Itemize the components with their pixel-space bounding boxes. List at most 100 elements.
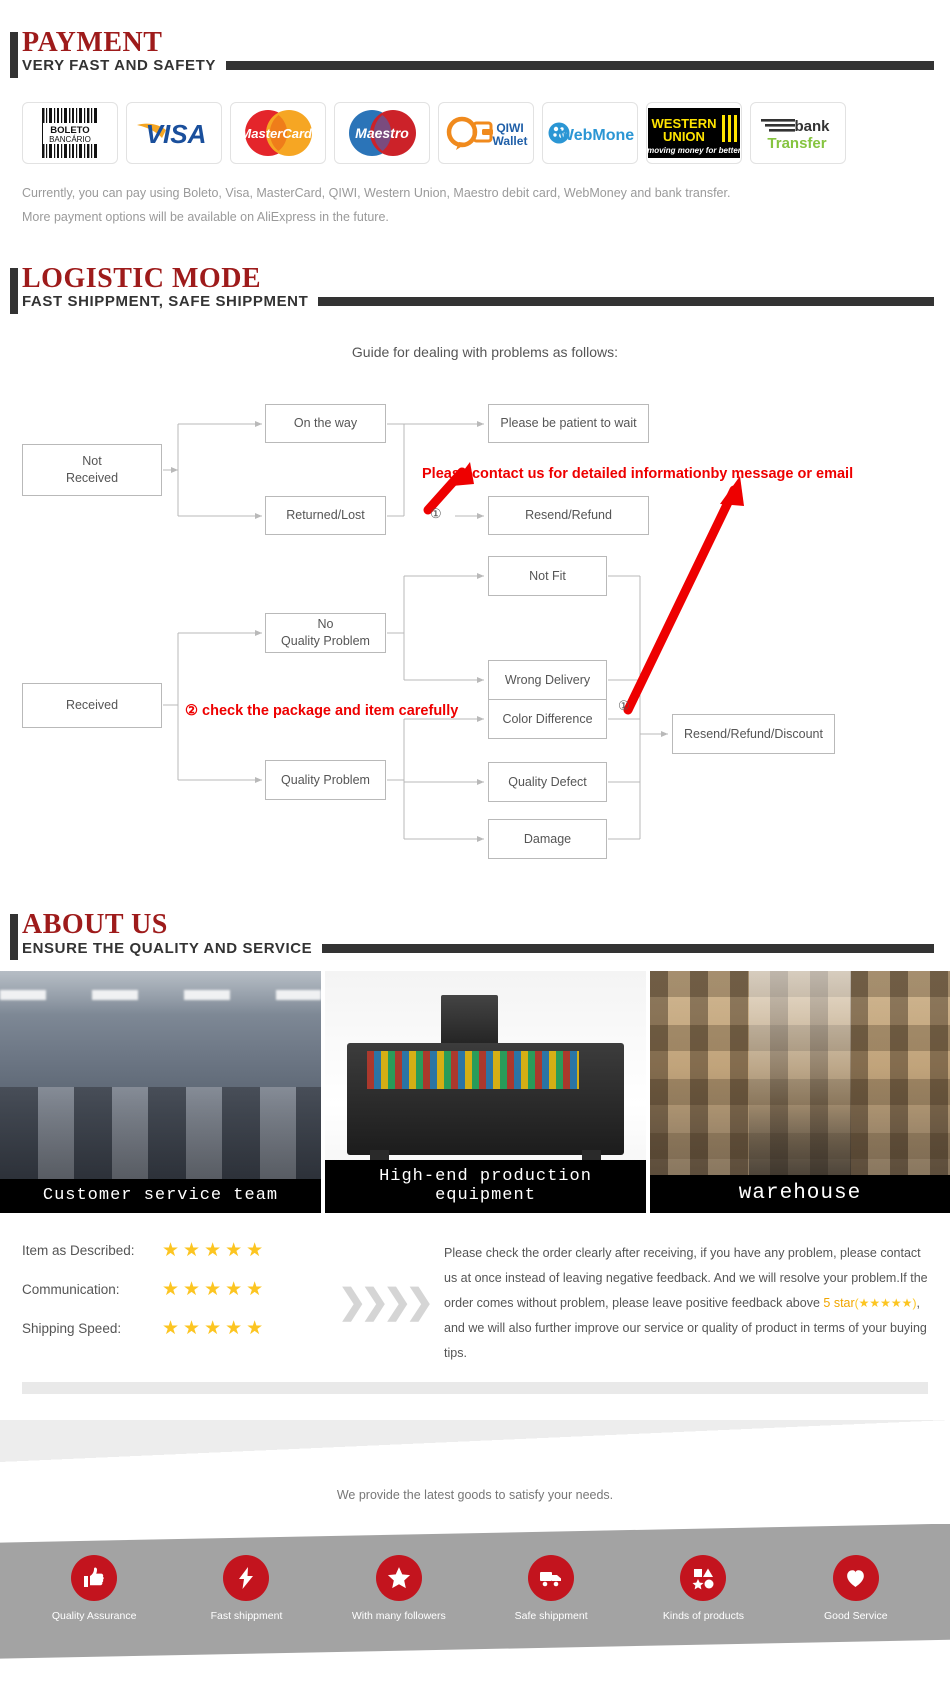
chevrons-icon: ❯❯❯❯	[338, 1283, 434, 1322]
flow-note-check-package: ② check the package and item carefully	[185, 703, 459, 720]
shapes-icon	[680, 1554, 727, 1601]
header-rule	[322, 943, 934, 953]
flow-box-on-the-way: On the way	[265, 404, 386, 444]
svg-text:BANCÁRIO: BANCÁRIO	[49, 135, 91, 144]
footer-items-row: Quality Assurance Fast shippment With ma…	[0, 1524, 950, 1659]
logistic-title: LOGISTIC MODE	[22, 262, 262, 294]
rating-label: Communication:	[22, 1281, 120, 1297]
svg-text:Wallet: Wallet	[493, 134, 528, 148]
footer-item-label: Kinds of products	[662, 1609, 745, 1622]
footer-bottom-spacer	[0, 1658, 950, 1685]
flow-box-received: Received	[22, 683, 162, 729]
webmoney-logo: WebMoney	[542, 102, 638, 165]
flow-box-not-received: Not Received	[22, 444, 162, 497]
qiwi-wallet-icon: QIWI Wallet	[446, 117, 528, 151]
rating-list: Item as Described: ★★★★★ Communication: …	[22, 1239, 322, 1366]
boleto-bancario-icon: BOLETO BANCÁRIO	[39, 106, 101, 161]
logistic-subtitle: FAST SHIPPMENT, SAFE SHIPPMENT	[22, 293, 309, 311]
rating-stars: ★★★★★	[162, 1239, 268, 1261]
footer-item-label: Quality Assurance	[51, 1609, 137, 1622]
feedback-section: Item as Described: ★★★★★ Communication: …	[0, 1213, 950, 1366]
svg-text:VISA: VISA	[146, 119, 207, 149]
payment-note: Currently, you can pay using Boleto, Vis…	[0, 164, 950, 230]
rating-label: Shipping Speed:	[22, 1320, 122, 1336]
header-rule	[225, 61, 934, 71]
photo-caption: warehouse	[650, 1174, 950, 1213]
lightning-bolt-icon	[223, 1554, 270, 1601]
flow-box-wrong-delivery: Wrong Delivery	[488, 660, 607, 701]
photo-warehouse: warehouse	[650, 970, 950, 1213]
svg-text:moving money for better: moving money for better	[648, 146, 740, 155]
rating-stars: ★★★★★	[162, 1278, 268, 1300]
bank-transfer-icon: bank Transfer	[761, 118, 830, 152]
footer-top-wedge	[0, 1419, 950, 1462]
photo-caption: Customer service team	[0, 1178, 321, 1213]
svg-text:Maestro: Maestro	[355, 125, 409, 141]
flow-box-resend-refund: Resend/Refund	[488, 496, 649, 536]
header-accent-bar	[10, 914, 18, 961]
footer-item-label: Fast shippment	[210, 1609, 283, 1622]
flow-box-no-quality-problem: No Quality Problem	[265, 613, 386, 654]
svg-text:Transfer: Transfer	[767, 135, 826, 152]
rating-row-shipping-speed: Shipping Speed: ★★★★★	[22, 1317, 322, 1340]
payment-subtitle: VERY FAST AND SAFETY	[22, 57, 216, 75]
flow-box-please-be-patient: Please be patient to wait	[488, 404, 649, 444]
thumbs-up-icon	[71, 1554, 118, 1601]
footer-item-label: Good Service	[823, 1609, 888, 1622]
footer-item-safe-shippment: Safe shippment	[486, 1554, 616, 1622]
flow-box-returned-lost: Returned/Lost	[265, 496, 386, 536]
about-photo-row: Customer service team High-end productio…	[0, 970, 950, 1213]
boleto-bancario-logo: BOLETO BANCÁRIO	[22, 102, 118, 165]
about-section-header: ABOUT US ENSURE THE QUALITY AND SERVICE	[0, 910, 950, 961]
footer-item-quality-assurance: Quality Assurance	[29, 1554, 159, 1622]
footer-tagline: We provide the latest goods to satisfy y…	[336, 1487, 614, 1502]
footer-feature-band: Quality Assurance Fast shippment With ma…	[0, 1523, 950, 1659]
logistic-mode-section: LOGISTIC MODE FAST SHIPPMENT, SAFE SHIPP…	[0, 230, 950, 860]
mastercard-logo: MasterCard.	[230, 102, 326, 165]
flow-box-resend-refund-discount: Resend/Refund/Discount	[672, 714, 835, 755]
svg-text:bank: bank	[794, 118, 830, 135]
visa-icon: VISA	[137, 119, 207, 149]
footer-item-with-many-followers: With many followers	[334, 1554, 464, 1622]
bank-transfer-logo: bank Transfer	[750, 102, 846, 165]
footer-item-good-service: Good Service	[791, 1554, 921, 1622]
office-photo-image	[0, 970, 321, 1213]
flow-box-quality-problem: Quality Problem	[265, 760, 386, 801]
western-union-icon: WESTERN UNION moving money for better	[648, 108, 740, 159]
footer-item-label: With many followers	[351, 1609, 446, 1622]
payment-section: PAYMENT VERY FAST AND SAFETY BOLETO BANC…	[0, 0, 950, 230]
printer-bed	[366, 1050, 579, 1090]
visa-logo: VISA	[126, 102, 222, 165]
footer-item-fast-shippment: Fast shippment	[181, 1554, 311, 1622]
rating-label: Item as Described:	[22, 1242, 135, 1258]
payment-section-header: PAYMENT VERY FAST AND SAFETY	[0, 27, 950, 78]
feedback-inline-stars: (★★★★★)	[854, 1295, 917, 1310]
flow-note-contact-us: Please contact us for detailed informati…	[422, 466, 854, 483]
flowchart-connectors	[163, 421, 744, 843]
svg-text:WebMoney: WebMoney	[559, 127, 634, 144]
mastercard-icon: MasterCard.	[240, 110, 316, 157]
western-union-logo: WESTERN UNION moving money for better	[646, 102, 742, 165]
footer-item-label: Safe shippment	[514, 1609, 588, 1622]
footer-item-kinds-of-products: Kinds of products	[638, 1554, 768, 1622]
maestro-icon: Maestro	[349, 110, 416, 157]
printer-head	[440, 994, 499, 1049]
rating-row-item-as-described: Item as Described: ★★★★★	[22, 1239, 322, 1262]
payment-title: PAYMENT	[22, 27, 163, 58]
feedback-text-highlight: 5 star	[823, 1295, 855, 1310]
about-subtitle: ENSURE THE QUALITY AND SERVICE	[22, 939, 313, 957]
flow-box-not-fit: Not Fit	[488, 556, 607, 597]
maestro-logo: Maestro	[334, 102, 430, 165]
footer-section: We provide the latest goods to satisfy y…	[0, 1419, 950, 1685]
rating-row-communication: Communication: ★★★★★	[22, 1278, 322, 1301]
flow-marker-one-lower: ①	[618, 698, 630, 714]
qiwi-wallet-logo: QIWI Wallet	[438, 102, 534, 165]
svg-text:QIWI: QIWI	[496, 121, 523, 135]
flow-box-color-difference: Color Difference	[488, 699, 607, 740]
flowchart-guide-title: Guide for dealing with problems as follo…	[351, 344, 619, 361]
star-icon	[375, 1554, 422, 1601]
heart-icon	[832, 1554, 879, 1601]
header-accent-bar	[10, 267, 18, 314]
svg-text:MasterCard.: MasterCard.	[240, 126, 315, 141]
truck-icon	[528, 1554, 575, 1601]
